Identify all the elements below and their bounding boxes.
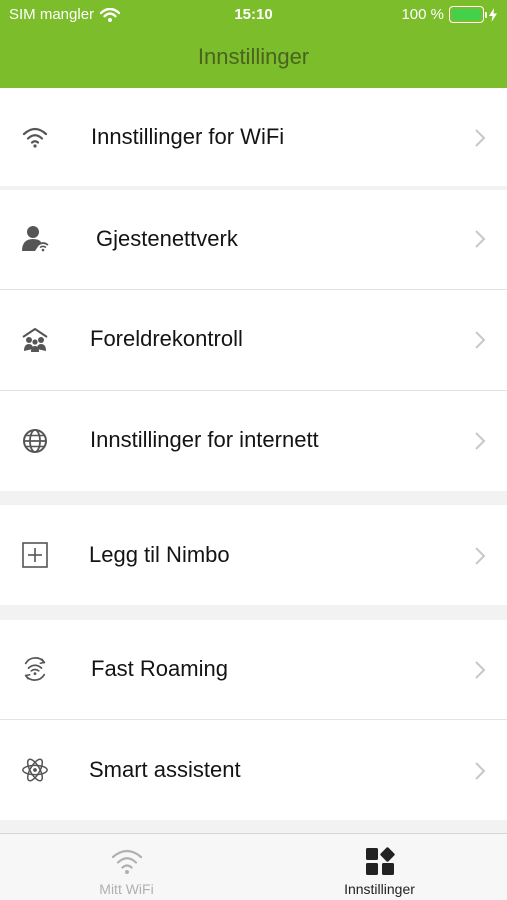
settings-item-guest-network[interactable]: Gjestenettverk	[0, 190, 507, 289]
chevron-right-icon	[475, 331, 486, 349]
dashboard-icon	[365, 847, 395, 875]
settings-item-internet[interactable]: Innstillinger for internett	[0, 391, 507, 491]
chevron-right-icon	[475, 432, 486, 450]
plus-square-icon	[21, 541, 49, 569]
status-bar: SIM mangler 15:10 100 %	[0, 0, 507, 30]
tab-bar: Mitt WiFi Innstillinger	[0, 833, 507, 900]
charging-bolt-icon	[489, 7, 497, 22]
chevron-right-icon	[475, 129, 486, 147]
settings-item-label: Foreldrekontroll	[90, 326, 243, 351]
settings-item-fast-roaming[interactable]: Fast Roaming	[0, 620, 507, 719]
settings-item-wifi[interactable]: Innstillinger for WiFi	[0, 88, 507, 186]
settings-item-label: Smart assistent	[89, 757, 241, 782]
wifi-icon	[21, 123, 49, 151]
chevron-right-icon	[475, 547, 486, 565]
roaming-icon	[21, 655, 49, 683]
tab-settings[interactable]: Innstillinger	[253, 834, 506, 900]
settings-item-label: Gjestenettverk	[96, 226, 238, 251]
settings-item-label: Fast Roaming	[91, 656, 228, 681]
chevron-right-icon	[475, 230, 486, 248]
app-header: SIM mangler 15:10 100 % Innstillinger	[0, 0, 507, 88]
settings-item-label: Legg til Nimbo	[89, 542, 230, 567]
wifi-icon	[111, 849, 142, 874]
atom-icon	[21, 756, 49, 784]
chevron-right-icon	[475, 661, 486, 679]
battery-icon	[449, 6, 487, 23]
settings-item-label: Innstillinger for WiFi	[91, 124, 285, 149]
page-title: Innstillinger	[197, 44, 310, 69]
family-icon	[21, 326, 49, 354]
settings-item-parental-control[interactable]: Foreldrekontroll	[0, 290, 507, 390]
battery-group: 100 %	[401, 6, 497, 23]
settings-item-smart-assistant[interactable]: Smart assistent	[0, 720, 507, 820]
tab-label: Mitt WiFi	[99, 881, 154, 897]
battery-level-fill	[452, 9, 481, 20]
settings-item-label: Innstillinger for internett	[90, 427, 319, 452]
battery-cap	[485, 12, 487, 18]
tab-label: Innstillinger	[344, 881, 415, 897]
chevron-right-icon	[475, 762, 486, 780]
guest-user-icon	[21, 224, 49, 252]
settings-item-add-nimbo[interactable]: Legg til Nimbo	[0, 505, 507, 605]
globe-icon	[21, 427, 49, 455]
tab-my-wifi[interactable]: Mitt WiFi	[0, 834, 253, 900]
battery-percent: 100 %	[401, 6, 444, 23]
